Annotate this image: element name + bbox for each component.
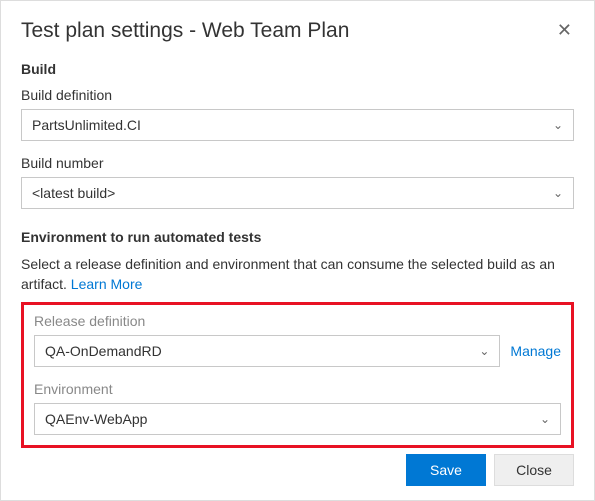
test-plan-settings-dialog: Test plan settings - Web Team Plan ✕ Bui… [0, 0, 595, 501]
release-row: QA-OnDemandRD ⌄ Manage [34, 335, 561, 367]
chevron-down-icon: ⌄ [479, 344, 489, 358]
chevron-down-icon: ⌄ [553, 186, 563, 200]
build-number-dropdown[interactable]: <latest build> ⌄ [21, 177, 574, 209]
close-button[interactable]: Close [494, 454, 574, 486]
highlighted-release-section: Release definition QA-OnDemandRD ⌄ Manag… [21, 302, 574, 448]
manage-link[interactable]: Manage [510, 343, 561, 359]
build-number-value: <latest build> [32, 185, 115, 201]
environment-heading: Environment to run automated tests [21, 229, 574, 245]
close-icon[interactable]: ✕ [555, 19, 574, 41]
chevron-down-icon: ⌄ [553, 118, 563, 132]
dialog-header: Test plan settings - Web Team Plan ✕ [21, 19, 574, 43]
environment-dropdown[interactable]: QAEnv-WebApp ⌄ [34, 403, 561, 435]
environment-field: Environment QAEnv-WebApp ⌄ [34, 381, 561, 435]
release-definition-value: QA-OnDemandRD [45, 343, 162, 359]
build-heading: Build [21, 61, 574, 77]
save-button[interactable]: Save [406, 454, 486, 486]
release-definition-field: Release definition QA-OnDemandRD ⌄ Manag… [34, 313, 561, 367]
chevron-down-icon: ⌄ [540, 412, 550, 426]
release-definition-label: Release definition [34, 313, 561, 329]
build-definition-value: PartsUnlimited.CI [32, 117, 141, 133]
release-definition-dropdown[interactable]: QA-OnDemandRD ⌄ [34, 335, 500, 367]
environment-section: Environment to run automated tests Selec… [21, 229, 574, 448]
environment-description: Select a release definition and environm… [21, 255, 574, 294]
build-definition-dropdown[interactable]: PartsUnlimited.CI ⌄ [21, 109, 574, 141]
build-number-field: Build number <latest build> ⌄ [21, 155, 574, 209]
learn-more-link[interactable]: Learn More [71, 276, 143, 292]
build-number-label: Build number [21, 155, 574, 171]
environment-label: Environment [34, 381, 561, 397]
button-bar: Save Close [406, 454, 574, 486]
build-definition-field: Build definition PartsUnlimited.CI ⌄ [21, 87, 574, 141]
environment-value: QAEnv-WebApp [45, 411, 147, 427]
build-section: Build Build definition PartsUnlimited.CI… [21, 61, 574, 209]
build-definition-label: Build definition [21, 87, 574, 103]
dialog-title: Test plan settings - Web Team Plan [21, 19, 349, 43]
